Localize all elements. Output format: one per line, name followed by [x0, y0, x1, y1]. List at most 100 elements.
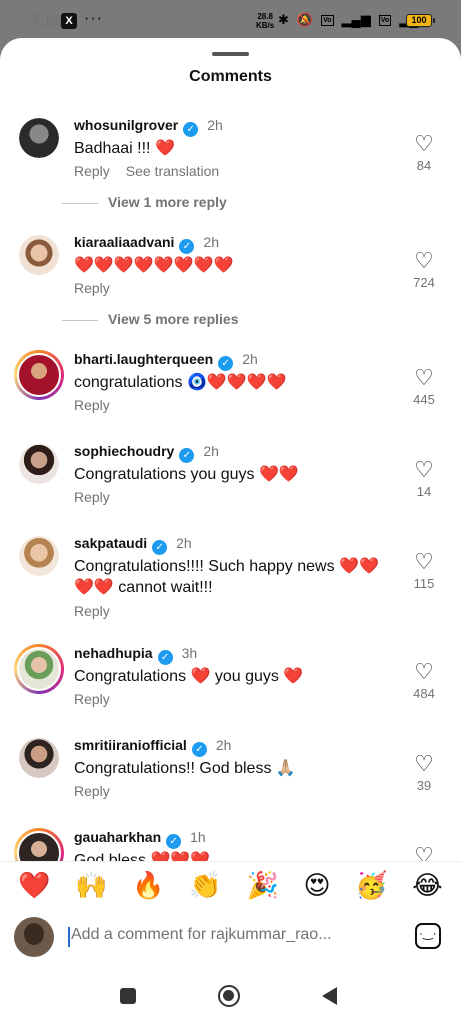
view-replies-button[interactable]: View 1 more reply: [62, 194, 227, 210]
reaction-raising-hands[interactable]: 🙌: [75, 870, 107, 901]
comment-actions: Reply: [74, 783, 126, 799]
comment-time: 2h: [207, 117, 223, 133]
more-notifications-icon: ···: [84, 10, 103, 27]
avatar[interactable]: [19, 235, 59, 275]
like-count: 14: [416, 484, 432, 499]
reaction-clap[interactable]: 👏: [189, 870, 221, 901]
comment-actions: Reply: [74, 280, 126, 296]
comment-input[interactable]: Add a comment for rajkummar_rao...: [71, 926, 341, 944]
home-button[interactable]: [218, 985, 240, 1007]
like-button[interactable]: ♡ 115: [409, 551, 439, 592]
heart-icon[interactable]: ♡: [409, 459, 439, 481]
verified-icon: ✓: [157, 650, 173, 665]
comment-time: 2h: [215, 737, 232, 753]
like-count: 445: [413, 392, 435, 407]
comment-time: 2h: [203, 234, 219, 250]
comment-username[interactable]: whosunilgrover ✓ 2h: [74, 117, 223, 137]
network-speed-value: 28.8: [257, 12, 273, 21]
heart-icon[interactable]: ♡: [409, 133, 439, 155]
reaction-tears-of-joy[interactable]: 😂: [412, 870, 442, 901]
heart-icon[interactable]: ♡: [409, 753, 439, 775]
reply-button[interactable]: Reply: [74, 489, 110, 505]
view-replies-button[interactable]: View 5 more replies: [62, 311, 238, 327]
signal-icon: ▂▄▆: [341, 12, 371, 27]
comment-text: congratulations 🧿❤️❤️❤️❤️: [74, 374, 287, 391]
verified-icon: ✓: [218, 356, 234, 371]
see-translation-button[interactable]: See translation: [126, 163, 219, 179]
comment-username[interactable]: gauaharkhan ✓ 1h: [74, 829, 206, 849]
reply-button[interactable]: Reply: [74, 603, 110, 619]
like-count: 39: [416, 778, 432, 793]
avatar[interactable]: [14, 828, 64, 862]
like-button[interactable]: ♡ 39: [409, 753, 439, 794]
comment-text: Congratulations ❤️ you guys ❤️: [74, 668, 304, 685]
system-nav-bar: [0, 966, 461, 1024]
heart-icon[interactable]: ♡: [409, 845, 439, 863]
like-button[interactable]: ♡ 84: [409, 133, 439, 174]
text-cursor: [68, 927, 70, 947]
volte-icon-2: Vo: [378, 14, 392, 26]
recents-button[interactable]: [120, 988, 136, 1004]
comment-text: Badhaai !!! ❤️: [74, 140, 175, 157]
heart-icon[interactable]: ♡: [409, 661, 439, 683]
reaction-fire[interactable]: 🔥: [132, 870, 164, 901]
reaction-party-popper[interactable]: 🎉: [246, 870, 278, 901]
battery-icon: 100: [406, 14, 435, 27]
comment-actions: Reply: [74, 603, 126, 619]
bluetooth-icon: ✱: [278, 12, 289, 27]
like-button[interactable]: ♡ 445: [409, 367, 439, 408]
comment-username[interactable]: kiaraaliaadvani ✓ 2h: [74, 234, 219, 254]
heart-icon[interactable]: ♡: [409, 250, 439, 272]
reaction-heart[interactable]: ❤️: [18, 870, 50, 901]
reply-button[interactable]: Reply: [74, 691, 110, 707]
volte-icon: Vo: [321, 14, 334, 26]
comment-actions: Reply See translation: [74, 163, 235, 179]
network-speed: 28.8 KB/s: [256, 12, 274, 30]
comment-text: Congratulations!! God bless 🙏🏼: [74, 760, 296, 777]
my-avatar: [14, 917, 54, 957]
verified-icon: ✓: [191, 742, 207, 757]
like-button[interactable]: ♡ 14: [409, 459, 439, 500]
network-speed-unit: KB/s: [256, 21, 275, 30]
comment-username[interactable]: nehadhupia ✓ 3h: [74, 645, 197, 665]
heart-icon[interactable]: ♡: [409, 551, 439, 573]
avatar[interactable]: [19, 738, 59, 778]
reaction-heart-eyes[interactable]: 😍: [303, 870, 330, 901]
sticker-icon[interactable]: [415, 923, 441, 949]
drag-handle[interactable]: [212, 52, 249, 56]
comment-username[interactable]: bharti.laughterqueen ✓ 2h: [74, 351, 258, 371]
avatar[interactable]: [19, 536, 59, 576]
reply-button[interactable]: Reply: [74, 783, 110, 799]
mute-icon: 🔕: [296, 12, 314, 27]
reaction-partying-face[interactable]: 🥳: [355, 870, 387, 901]
comment-username[interactable]: sophiechoudry ✓ 2h: [74, 443, 219, 463]
comment-username[interactable]: sakpataudi ✓ 2h: [74, 535, 192, 555]
like-button[interactable]: ♡: [409, 845, 439, 863]
like-button[interactable]: ♡ 724: [409, 250, 439, 291]
comment-time: 3h: [181, 645, 198, 661]
status-time: 7:50: [31, 13, 64, 30]
verified-icon: ✓: [166, 834, 182, 849]
comment-time: 2h: [176, 535, 192, 551]
avatar[interactable]: [14, 644, 64, 694]
comment-actions: Reply: [74, 397, 126, 413]
comment-time: 1h: [190, 829, 206, 845]
avatar[interactable]: [19, 444, 59, 484]
heart-icon[interactable]: ♡: [409, 367, 439, 389]
comment-time: 2h: [242, 351, 258, 367]
x-app-icon: X: [61, 13, 77, 29]
reply-button[interactable]: Reply: [74, 163, 110, 179]
like-button[interactable]: ♡ 484: [409, 661, 439, 702]
verified-icon: ✓: [152, 540, 168, 555]
comment-text: ❤️❤️❤️❤️❤️❤️❤️❤️: [74, 257, 234, 274]
comment-text: Congratulations you guys ❤️❤️: [74, 466, 299, 483]
reply-button[interactable]: Reply: [74, 397, 110, 413]
avatar[interactable]: [14, 350, 64, 400]
avatar[interactable]: [19, 118, 59, 158]
comment-username[interactable]: smritiiraniofficial ✓ 2h: [74, 737, 231, 757]
comment-list[interactable]: whosunilgrover ✓ 2h Badhaai !!! ❤️ Reply Se…: [0, 106, 461, 862]
like-count: 724: [413, 275, 435, 290]
reply-button[interactable]: Reply: [74, 280, 110, 296]
back-button[interactable]: [322, 987, 337, 1005]
comments-sheet: Comments whosunilgrover ✓ 2h Badhaai !!! ❤…: [0, 38, 461, 1024]
